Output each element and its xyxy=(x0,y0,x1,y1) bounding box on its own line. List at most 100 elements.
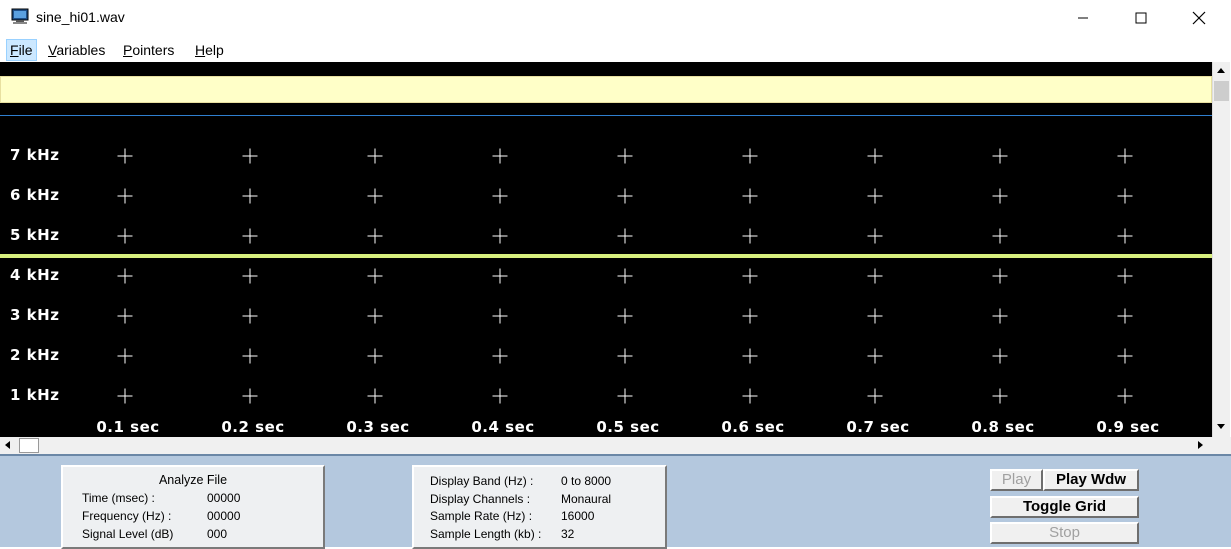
y-axis-label: 3 kHz xyxy=(10,306,60,324)
grid-marker xyxy=(492,308,508,324)
display-channels-label: Display Channels : xyxy=(430,492,531,506)
grid-marker xyxy=(617,148,633,164)
grid-marker xyxy=(617,308,633,324)
menu-help[interactable]: Help xyxy=(192,40,227,60)
minimize-button[interactable] xyxy=(1054,0,1112,36)
grid-marker xyxy=(242,308,258,324)
menu-pointers[interactable]: Pointers xyxy=(120,40,177,60)
display-channels-value: Monaural xyxy=(561,492,612,506)
close-icon xyxy=(1192,11,1206,25)
grid-marker xyxy=(492,228,508,244)
grid-marker xyxy=(742,188,758,204)
blue-marker-line xyxy=(0,115,1212,116)
grid-marker xyxy=(117,388,133,404)
grid-marker xyxy=(117,148,133,164)
grid-marker xyxy=(867,268,883,284)
frequency-value: 00000 xyxy=(207,509,241,523)
app-icon xyxy=(11,8,29,24)
grid-marker xyxy=(242,388,258,404)
grid-marker xyxy=(1117,188,1133,204)
maximize-icon xyxy=(1135,12,1147,24)
x-axis-label: 0.3 sec xyxy=(346,418,410,436)
grid-marker xyxy=(1117,388,1133,404)
grid-marker xyxy=(492,388,508,404)
scroll-down-icon[interactable] xyxy=(1217,424,1225,429)
scroll-right-icon[interactable] xyxy=(1198,441,1203,449)
toggle-grid-button[interactable]: Toggle Grid xyxy=(990,496,1139,518)
signal-level-value: 000 xyxy=(207,527,228,541)
grid-marker xyxy=(367,228,383,244)
grid-marker xyxy=(1117,348,1133,364)
grid-marker xyxy=(367,268,383,284)
y-axis-label: 7 kHz xyxy=(10,146,60,164)
signal-trace-line xyxy=(0,254,1212,258)
close-button[interactable] xyxy=(1170,0,1228,36)
grid-marker xyxy=(992,268,1008,284)
grid-marker xyxy=(742,148,758,164)
grid-marker xyxy=(867,348,883,364)
display-band-label: Display Band (Hz) : xyxy=(430,474,534,488)
grid-marker xyxy=(1117,268,1133,284)
minimize-icon xyxy=(1078,17,1088,19)
scroll-up-icon[interactable] xyxy=(1217,68,1225,73)
y-axis-label: 2 kHz xyxy=(10,346,60,364)
grid-marker xyxy=(242,148,258,164)
grid-marker xyxy=(242,348,258,364)
grid-marker xyxy=(367,148,383,164)
x-axis-label: 0.4 sec xyxy=(471,418,535,436)
grid-marker xyxy=(1117,228,1133,244)
menu-variables[interactable]: Variables xyxy=(45,40,108,60)
x-axis-label: 0.8 sec xyxy=(971,418,1035,436)
scroll-left-icon[interactable] xyxy=(5,441,10,449)
grid-marker xyxy=(367,348,383,364)
grid-marker xyxy=(1117,148,1133,164)
grid-marker xyxy=(992,308,1008,324)
horizontal-scrollbar[interactable] xyxy=(0,437,1212,454)
frequency-label: Frequency (Hz) : xyxy=(82,509,172,523)
grid-marker xyxy=(492,348,508,364)
grid-marker xyxy=(617,388,633,404)
grid-marker xyxy=(742,348,758,364)
y-axis-label: 5 kHz xyxy=(10,226,60,244)
x-axis-label: 0.1 sec xyxy=(96,418,160,436)
maximize-button[interactable] xyxy=(1112,0,1170,36)
grid-marker xyxy=(242,188,258,204)
signal-level-label: Signal Level (dB) xyxy=(82,527,174,541)
spectrogram-display[interactable]: 7 kHz 6 kHz 5 kHz 4 kHz 3 kHz 2 kHz 1 kHz 0.1 s… xyxy=(0,62,1212,437)
grid-marker xyxy=(867,388,883,404)
sample-rate-label: Sample Rate (Hz) : xyxy=(430,509,533,523)
time-label: Time (msec) : xyxy=(82,491,155,505)
vertical-scrollbar[interactable] xyxy=(1212,62,1230,437)
x-axis-label: 0.7 sec xyxy=(846,418,910,436)
vertical-scroll-thumb[interactable] xyxy=(1214,81,1229,101)
sample-length-label: Sample Length (kb) : xyxy=(430,527,542,541)
y-axis-label: 1 kHz xyxy=(10,386,60,404)
play-button[interactable]: Play xyxy=(990,469,1043,491)
grid-marker xyxy=(867,308,883,324)
grid-marker xyxy=(367,188,383,204)
sample-length-value: 32 xyxy=(561,527,575,541)
stop-button[interactable]: Stop xyxy=(990,522,1139,544)
grid-marker xyxy=(867,228,883,244)
control-panel: Analyze File Time (msec) : 00000 Frequen… xyxy=(0,454,1231,549)
grid-marker xyxy=(867,148,883,164)
title-bar: sine_hi01.wav xyxy=(0,0,1231,36)
analyze-file-panel: Analyze File Time (msec) : 00000 Frequen… xyxy=(61,465,325,549)
grid-marker xyxy=(242,228,258,244)
scrollbar-corner xyxy=(1212,437,1231,454)
grid-marker xyxy=(742,228,758,244)
grid-marker xyxy=(492,268,508,284)
menu-file[interactable]: File xyxy=(6,39,37,61)
grid-marker xyxy=(117,228,133,244)
grid-marker xyxy=(742,308,758,324)
grid-marker xyxy=(117,348,133,364)
grid-marker xyxy=(742,388,758,404)
sample-rate-value: 16000 xyxy=(561,509,595,523)
horizontal-scroll-thumb[interactable] xyxy=(19,438,39,453)
grid-marker xyxy=(492,188,508,204)
grid-marker xyxy=(742,268,758,284)
display-info-panel: Display Band (Hz) : 0 to 8000 Display Ch… xyxy=(412,465,667,549)
grid-marker xyxy=(1117,308,1133,324)
play-window-button[interactable]: Play Wdw xyxy=(1043,469,1139,491)
grid-marker xyxy=(117,308,133,324)
